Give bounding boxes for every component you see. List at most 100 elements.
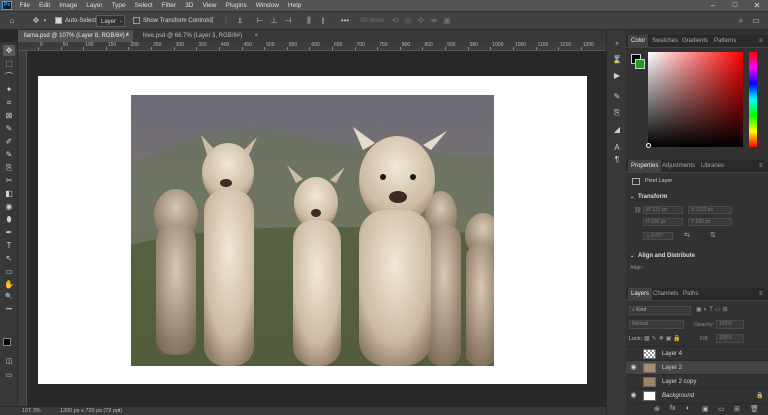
align-top-icon[interactable]: ⫪	[207, 15, 217, 27]
layer-row[interactable]: ◉ Layer 2	[626, 360, 768, 374]
menu-help[interactable]: Help	[283, 0, 305, 11]
type-tool-icon[interactable]: T	[3, 240, 15, 251]
workspace-icon[interactable]: ▭	[750, 15, 762, 27]
transform-controls-checkbox[interactable]: Show Transform Controls	[133, 15, 211, 27]
visibility-eye-icon[interactable]: ◉	[629, 363, 638, 372]
menu-window[interactable]: Window	[251, 0, 283, 11]
3d-roll-icon[interactable]: ◎	[403, 15, 413, 27]
align-right-icon[interactable]: ⊣	[283, 15, 293, 27]
tab-patterns[interactable]: Patterns	[714, 35, 736, 48]
paths-panel-icon[interactable]: ◢	[611, 124, 623, 136]
color-picker-handle[interactable]	[646, 143, 651, 148]
layer-name[interactable]: Background	[662, 389, 694, 403]
tab-channels[interactable]: Channels	[653, 288, 678, 301]
tab-swatches[interactable]: Swatches	[652, 35, 678, 48]
history-brush-tool-icon[interactable]: ✂	[3, 175, 15, 186]
menu-3d[interactable]: 3D	[181, 0, 198, 11]
layer-name[interactable]: Layer 2	[662, 361, 682, 375]
menu-type[interactable]: Type	[107, 0, 130, 11]
angle-field[interactable]: △ 0.00°	[643, 232, 673, 240]
background-swatch[interactable]	[635, 59, 645, 69]
close-window-icon[interactable]: ✕	[746, 0, 768, 11]
zoom-level[interactable]: 107.3%	[22, 407, 41, 415]
chevron-down-icon[interactable]: ▾	[42, 15, 48, 27]
fill-field[interactable]: 100%	[716, 334, 744, 343]
minimize-icon[interactable]: –	[702, 0, 724, 11]
tab-libraries[interactable]: Libraries	[701, 160, 724, 173]
magic-wand-tool-icon[interactable]: ✦	[3, 84, 15, 95]
menu-file[interactable]: File	[15, 0, 34, 11]
clone-stamp-tool-icon[interactable]: ⎘	[3, 162, 15, 173]
align-vcenter-icon[interactable]: ⫶	[221, 15, 231, 27]
home-icon[interactable]: ⌂	[6, 15, 18, 27]
foreground-color-swatch[interactable]	[3, 338, 11, 346]
menu-plugins[interactable]: Plugins	[221, 0, 251, 11]
character-panel-icon[interactable]: A	[611, 142, 623, 154]
tab-properties[interactable]: Properties	[628, 160, 662, 173]
marquee-tool-icon[interactable]: ⬚	[3, 58, 15, 69]
tab-paths[interactable]: Paths	[683, 288, 698, 301]
new-group-icon[interactable]: ▭	[718, 405, 725, 413]
more-options-icon[interactable]: •••	[339, 15, 351, 27]
tab-adjustments[interactable]: Adjustments	[662, 160, 695, 173]
3d-orbit-icon[interactable]: ⟲	[390, 15, 400, 27]
gradient-tool-icon[interactable]: ◉	[3, 201, 15, 212]
fx-icon[interactable]: fx	[670, 405, 675, 412]
trash-icon[interactable]: 🗑	[750, 405, 759, 413]
blend-mode-select[interactable]: Normal	[629, 320, 684, 329]
tab-hive[interactable]: hive.psd @ 66.7% (Layer 3, RGB/8#) ×	[137, 30, 262, 42]
new-layer-icon[interactable]: ⊞	[734, 405, 740, 413]
x-field[interactable]: X 1123 px	[688, 206, 732, 214]
panel-menu-icon[interactable]: ≡	[759, 288, 763, 301]
link-icon[interactable]: ⛓	[634, 207, 642, 214]
close-tab-icon[interactable]: ×	[125, 30, 129, 42]
opacity-field[interactable]: 100%	[716, 320, 744, 329]
move-tool-icon[interactable]: ✥	[3, 45, 15, 56]
search-icon[interactable]: ⌕	[735, 15, 747, 27]
quick-mask-icon[interactable]: ◫	[3, 356, 15, 367]
menu-filter[interactable]: Filter	[157, 0, 180, 11]
move-tool-icon[interactable]: ✥	[30, 15, 42, 27]
eyedropper-tool-icon[interactable]: ✎	[3, 123, 15, 134]
align-bottom-icon[interactable]: ⫫	[235, 15, 245, 27]
screen-mode-icon[interactable]: ▭	[3, 370, 15, 381]
width-field[interactable]: W 131 px	[643, 206, 683, 214]
path-selection-tool-icon[interactable]: ↖	[3, 253, 15, 264]
actions-panel-icon[interactable]: ▶	[611, 70, 623, 82]
pen-tool-icon[interactable]: ✒	[3, 227, 15, 238]
tab-color[interactable]: Color	[628, 35, 649, 48]
expand-chevron-icon[interactable]: ⌄	[630, 194, 634, 200]
distribute-icon[interactable]: ⫼	[304, 15, 314, 27]
expand-chevron-icon[interactable]: ⌄	[630, 253, 634, 259]
height-field[interactable]: H 100 px	[643, 218, 683, 226]
blur-tool-icon[interactable]: ⬮	[3, 214, 15, 225]
frame-tool-icon[interactable]: ⊠	[3, 110, 15, 121]
adjustment-layer-icon[interactable]: ▣	[702, 405, 709, 413]
add-mask-icon[interactable]: ◐	[686, 405, 690, 412]
align-hcenter-icon[interactable]: ⊥	[269, 15, 279, 27]
clone-source-icon[interactable]: ⎘	[611, 107, 623, 119]
filter-icons[interactable]: ▣◐T▭⊞	[696, 306, 730, 313]
tab-layers[interactable]: Layers	[628, 288, 653, 301]
edit-toolbar-icon[interactable]: •••	[3, 305, 15, 316]
healing-brush-tool-icon[interactable]: ✐	[3, 136, 15, 147]
color-picker-field[interactable]	[648, 52, 743, 147]
y-field[interactable]: Y 590 px	[688, 218, 732, 226]
flip-vertical-icon[interactable]: ⇅	[710, 231, 716, 239]
hue-slider[interactable]	[749, 52, 757, 147]
crop-tool-icon[interactable]: ⌗	[3, 97, 15, 108]
history-panel-icon[interactable]: ⌛	[611, 54, 623, 66]
tab-gradients[interactable]: Gradients	[682, 35, 708, 48]
paragraph-panel-icon[interactable]: ¶	[611, 154, 623, 166]
visibility-eye-icon[interactable]: ◉	[629, 391, 638, 400]
layer-kind-filter[interactable]: ⌕ Kind	[629, 306, 691, 315]
maximize-icon[interactable]: ▢	[724, 0, 746, 11]
close-tab-icon[interactable]: ×	[254, 30, 258, 42]
tab-llama[interactable]: llama.psd @ 107% (Layer 8, RGB/8#) * ×	[18, 30, 133, 42]
3d-slide-icon[interactable]: ⇼	[429, 15, 439, 27]
layer-row[interactable]: ◉ Background 🔒	[626, 388, 768, 402]
menu-select[interactable]: Select	[130, 0, 157, 11]
3d-pan-icon[interactable]: ✣	[416, 15, 426, 27]
layer-row[interactable]: Layer 2 copy	[626, 374, 768, 388]
llama-photo[interactable]	[131, 95, 494, 366]
